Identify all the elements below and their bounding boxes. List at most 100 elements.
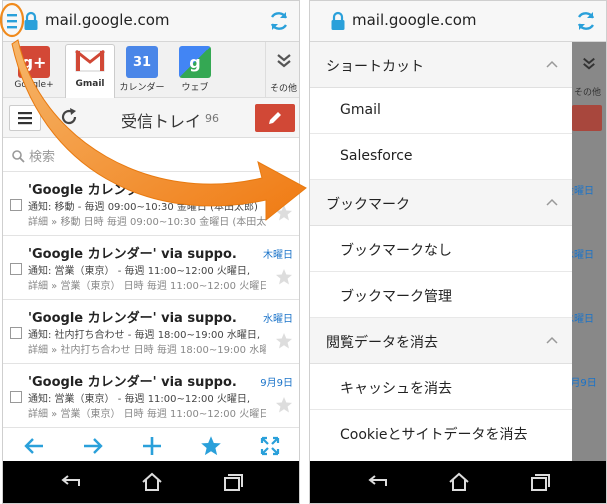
android-home-icon[interactable] — [447, 472, 471, 496]
more-label: その他 — [269, 84, 297, 94]
mail-subject: 'Google カレンダー' via suppo. — [28, 311, 237, 326]
menu-item-label: Gmail — [340, 102, 381, 118]
star-icon[interactable] — [275, 332, 293, 354]
google-app-bar: g+ Google+ Gmail 31 カレンダー g ウェブ その他 — [3, 42, 299, 98]
app-web[interactable]: g ウェブ — [170, 46, 220, 93]
inbox-toolbar: 受信トレイ 96 — [3, 98, 299, 138]
android-home-icon[interactable] — [140, 472, 164, 496]
mail-snippet: 通知: 社内打ち合わせ - 毎週 18:00~19:00 水曜日, — [28, 330, 261, 341]
mail-subject: 'Google カレンダー' via suppo. — [28, 375, 237, 390]
url-bar[interactable]: mail.google.com — [310, 1, 606, 42]
search-placeholder: 検索 — [29, 150, 56, 165]
mail-checkbox[interactable] — [10, 199, 22, 211]
url-bar[interactable]: mail.google.com — [3, 1, 299, 42]
inbox-title: 受信トレイ — [121, 112, 202, 131]
menu-item-label: キャッシュを消去 — [340, 381, 452, 397]
android-recent-apps-icon[interactable] — [221, 472, 245, 496]
android-nav-bar — [3, 461, 299, 503]
mail-subject: 'Google カレンダー' via suppo. — [28, 183, 237, 198]
menu-item-label: ブックマーク管理 — [340, 289, 452, 305]
menu-item-manage-bookmarks[interactable]: ブックマーク管理 — [310, 272, 572, 318]
new-tab-plus-icon[interactable] — [141, 435, 163, 461]
mail-snippet: 通知: 営業（東京） - 毎週 11:00~12:00 火曜日, — [28, 394, 251, 405]
section-title: ショートカット — [326, 59, 424, 75]
mail-snippet: 通知: 移動 - 毎週 09:00~10:30 金曜日 (本田太郎) — [28, 202, 258, 213]
mail-row[interactable]: 'Google カレンダー' via suppo. 9月9日 通知: 営業（東京… — [3, 364, 299, 428]
star-icon[interactable] — [275, 268, 293, 290]
section-title: ブックマーク — [326, 197, 410, 213]
app-label: カレンダー — [119, 83, 165, 93]
menu-item-label: Cookieとサイトデータを消去 — [340, 427, 528, 443]
star-icon[interactable] — [275, 396, 293, 418]
pencil-icon — [269, 112, 281, 124]
browser-side-menu: ショートカット Gmail Salesforce ブックマーク ブックマークなし… — [310, 42, 572, 463]
android-back-icon[interactable] — [59, 472, 83, 496]
mail-date: 金曜日 — [572, 186, 594, 197]
chevron-up-icon — [546, 60, 558, 68]
mail-subject: 'Google カレンダー' via suppo. — [28, 247, 237, 262]
compose-button — [572, 105, 602, 131]
screenshot-stage: mail.google.com g+ Google+ Gmail 31 カレンダ… — [0, 0, 607, 504]
mail-checkbox[interactable] — [10, 391, 22, 403]
compose-button[interactable] — [255, 104, 295, 132]
mail-row[interactable]: 'Google カレンダー' via suppo. 金曜日 通知: 移動 - 毎… — [3, 172, 299, 236]
menu-item-gmail[interactable]: Gmail — [310, 88, 572, 134]
menu-item-label: Salesforce — [340, 148, 413, 164]
hamburger-icon — [18, 112, 32, 125]
mail-date: 水曜日 — [263, 314, 293, 325]
gmail-inbox-screen: mail.google.com g+ Google+ Gmail 31 カレンダ… — [2, 0, 300, 504]
google-plus-icon: g+ — [18, 46, 50, 78]
mail-checkbox[interactable] — [10, 263, 22, 275]
app-label: ウェブ — [181, 83, 209, 93]
menu-section-bookmarks[interactable]: ブックマーク — [310, 180, 572, 226]
app-gmail[interactable]: Gmail — [65, 44, 115, 98]
menu-item-salesforce[interactable]: Salesforce — [310, 134, 572, 180]
mail-row[interactable]: 'Google カレンダー' via suppo. 水曜日 通知: 社内打ち合わ… — [3, 300, 299, 364]
page-peek: その他 金曜日 木曜日 水曜日 9月9日 — [572, 42, 606, 463]
mail-date: 9月9日 — [572, 378, 597, 389]
mail-date: 木曜日 — [572, 250, 594, 261]
reload-icon[interactable] — [267, 9, 291, 37]
menu-section-clear-data[interactable]: 閲覧データを消去 — [310, 318, 572, 364]
app-google-plus[interactable]: g+ Google+ — [9, 46, 59, 90]
app-label: Gmail — [75, 79, 105, 89]
url-text: mail.google.com — [352, 11, 477, 29]
mail-details: 詳細 » 営業（東京） 日時 毎週 11:00~12:00 火曜日 — [28, 409, 266, 420]
android-back-icon[interactable] — [366, 472, 390, 496]
search-icon — [11, 148, 25, 167]
more-apps-button[interactable]: その他 — [265, 42, 299, 98]
mail-checkbox[interactable] — [10, 327, 22, 339]
mail-details: 詳細 » 移動 日時 毎週 09:00~10:30 金曜日 (本田太郎) — [28, 217, 266, 228]
star-icon[interactable] — [275, 204, 293, 226]
menu-item-label: ブックマークなし — [340, 243, 452, 259]
mail-details: 詳細 » 営業（東京） 日時 毎週 11:00~12:00 火曜日 — [28, 281, 266, 292]
mail-details: 詳細 » 社内打ち合わせ 日時 毎週 18:00~19:00 水曜日 — [28, 345, 266, 356]
mail-snippet: 通知: 営業（東京） - 毎週 11:00~12:00 火曜日, — [28, 266, 251, 277]
web-search-icon: g — [179, 46, 211, 78]
fullscreen-icon[interactable] — [259, 435, 281, 461]
menu-section-shortcuts[interactable]: ショートカット — [310, 42, 572, 88]
reload-icon[interactable] — [574, 9, 598, 37]
lock-icon — [330, 11, 346, 35]
search-field[interactable]: 検索 — [3, 138, 299, 172]
chevron-up-icon — [546, 336, 558, 344]
menu-item-clear-cookies[interactable]: Cookieとサイトデータを消去 — [310, 410, 572, 463]
forward-arrow-icon[interactable] — [82, 435, 104, 461]
android-nav-bar — [310, 461, 606, 503]
android-recent-apps-icon[interactable] — [528, 472, 552, 496]
bookmark-star-icon[interactable] — [200, 435, 222, 461]
back-arrow-icon[interactable] — [23, 435, 45, 461]
browser-menu-icon[interactable] — [6, 11, 18, 35]
refresh-icon[interactable] — [59, 107, 79, 131]
double-chevron-down-icon — [276, 54, 291, 68]
mail-row[interactable]: 'Google カレンダー' via suppo. 木曜日 通知: 営業（東京）… — [3, 236, 299, 300]
app-label: Google+ — [14, 80, 54, 90]
more-label: その他 — [574, 88, 602, 98]
app-calendar[interactable]: 31 カレンダー — [117, 46, 167, 93]
url-text: mail.google.com — [45, 11, 170, 29]
menu-item-no-bookmarks[interactable]: ブックマークなし — [310, 226, 572, 272]
double-chevron-down-icon — [583, 57, 595, 70]
inbox-menu-button[interactable] — [9, 105, 41, 131]
unread-count: 96 — [205, 112, 219, 125]
menu-item-clear-cache[interactable]: キャッシュを消去 — [310, 364, 572, 410]
